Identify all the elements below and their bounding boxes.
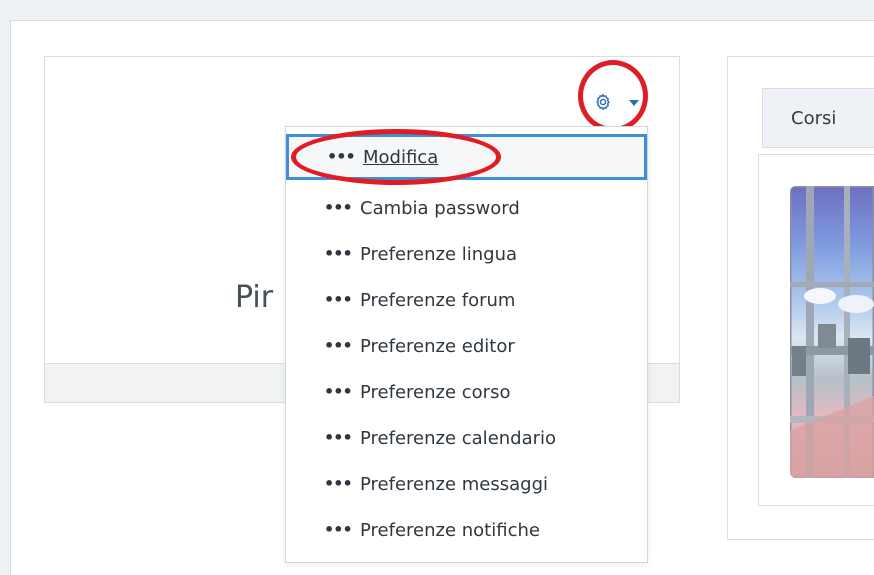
menu-item-label: Preferenze calendario — [360, 427, 557, 449]
dots-icon: ••• — [324, 474, 353, 493]
dots-icon: ••• — [324, 428, 353, 447]
menu-item-label: Modifica — [363, 146, 439, 168]
menu-item-preferenze-corso[interactable]: ••• Preferenze corso — [286, 369, 647, 415]
dots-icon: ••• — [327, 147, 356, 166]
course-image[interactable] — [790, 186, 874, 478]
menu-item-modifica[interactable]: ••• Modifica — [286, 134, 647, 180]
menu-item-preferenze-notifiche[interactable]: ••• Preferenze notifiche — [286, 507, 647, 553]
menu-item-preferenze-lingua[interactable]: ••• Preferenze lingua — [286, 231, 647, 277]
tab-courses[interactable]: Corsi — [762, 88, 874, 148]
course-image-illustration — [790, 186, 874, 478]
menu-item-label: Preferenze notifiche — [360, 519, 540, 541]
menu-item-preferenze-calendario[interactable]: ••• Preferenze calendario — [286, 415, 647, 461]
profile-name: Pir — [235, 280, 274, 315]
dots-icon: ••• — [324, 290, 353, 309]
dots-icon: ••• — [324, 520, 353, 539]
settings-button[interactable] — [593, 88, 639, 116]
settings-menu: ••• Modifica ••• Cambia password ••• Pre… — [285, 126, 648, 563]
menu-item-label: Cambia password — [360, 197, 520, 219]
dots-icon: ••• — [324, 336, 353, 355]
page: Pir Corsi ••• Modifica ••• Cambia passwo… — [0, 0, 874, 575]
menu-item-preferenze-editor[interactable]: ••• Preferenze editor — [286, 323, 647, 369]
menu-item-label: Preferenze messaggi — [360, 473, 549, 495]
caret-down-icon — [629, 100, 639, 106]
menu-item-label: Preferenze corso — [360, 381, 511, 403]
dots-icon: ••• — [324, 382, 353, 401]
menu-item-label: Preferenze lingua — [360, 243, 518, 265]
menu-item-preferenze-forum[interactable]: ••• Preferenze forum — [286, 277, 647, 323]
menu-item-preferenze-messaggi[interactable]: ••• Preferenze messaggi — [286, 461, 647, 507]
menu-item-label: Preferenze editor — [360, 335, 515, 357]
dots-icon: ••• — [324, 198, 353, 217]
gear-icon — [596, 93, 610, 111]
dots-icon: ••• — [324, 244, 353, 263]
menu-item-label: Preferenze forum — [360, 289, 516, 311]
menu-item-cambia-password[interactable]: ••• Cambia password — [286, 185, 647, 231]
